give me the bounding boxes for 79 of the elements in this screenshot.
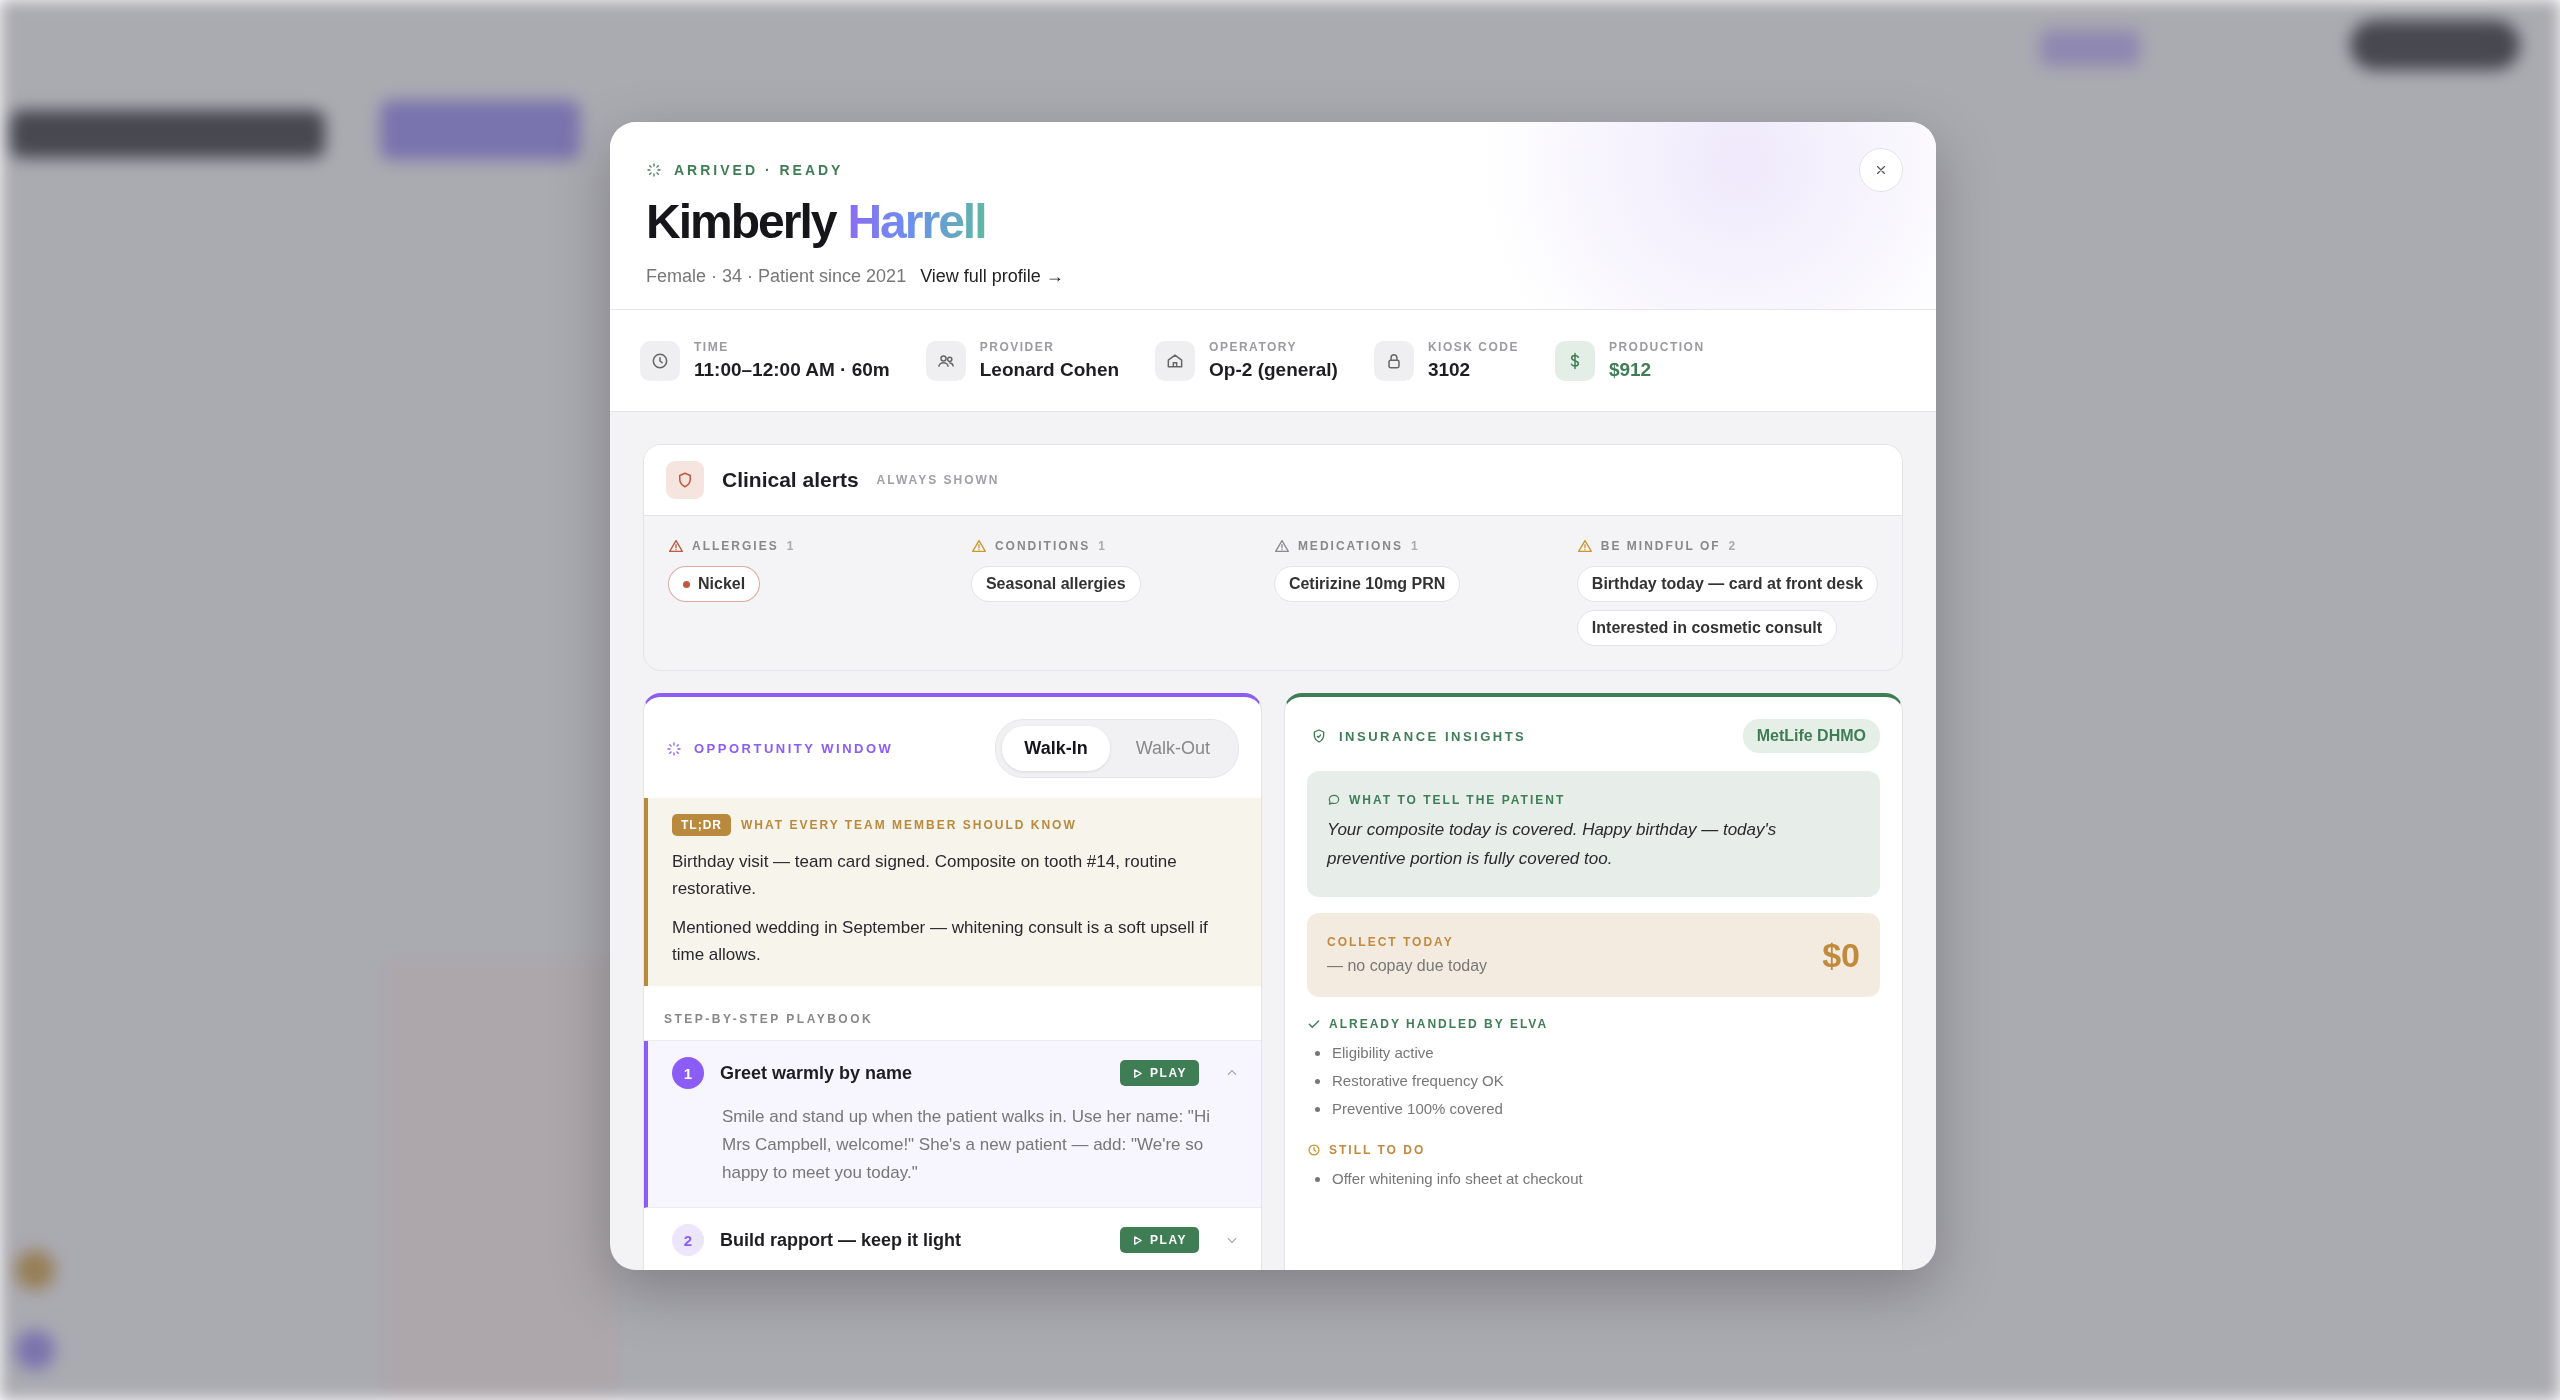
tell-heading: WHAT TO TELL THE PATIENT: [1349, 793, 1566, 807]
fact-label: OPERATORY: [1209, 340, 1299, 354]
shield-icon: [666, 461, 704, 499]
fact-value: 3102: [1427, 359, 1472, 381]
summary-heading: WHAT EVERY TEAM MEMBER SHOULD KNOW: [741, 818, 1077, 832]
collect-note: — no copay due today: [1327, 957, 1488, 975]
avatar: [15, 1250, 55, 1290]
fact-value: Op-2 (general): [1209, 359, 1338, 381]
lock-icon: [1373, 340, 1414, 381]
clock-icon: [1307, 1143, 1321, 1157]
section-title: INSURANCE INSIGHTS: [1339, 728, 1527, 744]
people-icon: [925, 340, 966, 381]
alert-chip: Birthday today — card at front desk: [1576, 566, 1878, 602]
alert-chip: Interested in cosmetic consult: [1576, 610, 1838, 646]
section-title: OPPORTUNITY WINDOW: [694, 741, 894, 756]
alert-category: CONDITIONS: [994, 539, 1091, 553]
status-label: ARRIVED · READY: [674, 162, 844, 178]
playbook-step[interactable]: 2 Build rapport — keep it light PLAY: [644, 1208, 1261, 1270]
alert-count: 2: [1728, 539, 1738, 553]
avatar: [15, 1330, 55, 1370]
bullet-icon: [1315, 1106, 1320, 1112]
list-item: Offer whitening info sheet at checkout: [1332, 1169, 1583, 1189]
bullet-icon: [1315, 1078, 1320, 1084]
bullet-icon: [1315, 1050, 1320, 1056]
list-item: Eligibility active: [1332, 1043, 1434, 1063]
profile-link[interactable]: View full profile →: [920, 266, 1064, 287]
alert-count: 1: [1411, 539, 1420, 553]
step-number: 2: [672, 1224, 704, 1256]
step-title: Greet warmly by name: [720, 1062, 914, 1084]
tab[interactable]: Walk-In: [1002, 726, 1110, 771]
step-description: Smile and stand up when the patient walks in. Use her name: "Hi Mrs Campbell, welcome!" She's a new patient — add: "We're so happy to meet you today.": [722, 1106, 1211, 1184]
summary-text: Birthday visit — team card signed. Composite on tooth #14, routine restorative.: [672, 851, 1178, 900]
alert-chip: Cetirizine 10mg PRN: [1273, 566, 1461, 602]
fact-value: Leonard Cohen: [979, 359, 1120, 381]
fact-label: TIME: [694, 340, 730, 354]
list-heading: ALREADY HANDLED BY ELVA: [1329, 1017, 1549, 1031]
patient-summary: Female · 34 · Patient since 2021: [646, 266, 907, 287]
sparkle-icon: [646, 162, 662, 178]
plan-badge: MetLife DHMO: [1742, 719, 1880, 753]
speech-bubble-icon: [1327, 793, 1341, 807]
tell-text: Your composite today is covered. Happy birthday — today's preventive portion is fully covered too.: [1327, 819, 1778, 870]
alert-count: 1: [1098, 539, 1107, 553]
play-icon: [1132, 1234, 1144, 1246]
bullet-icon: [1315, 1176, 1320, 1182]
fact-value: $912: [1608, 359, 1653, 381]
alert-chip: Nickel: [668, 566, 761, 602]
step-number: 1: [672, 1057, 704, 1089]
check-icon: [1307, 1017, 1321, 1031]
house-icon: [1155, 340, 1196, 381]
alerts-note: ALWAYS SHOWN: [876, 473, 1000, 487]
fact-label: PRODUCTION: [1608, 340, 1705, 354]
alert-chip: Seasonal allergies: [970, 566, 1141, 602]
list-heading: STILL TO DO: [1329, 1143, 1426, 1157]
alert-category: ALLERGIES: [692, 539, 779, 553]
play-button[interactable]: PLAY: [1120, 1227, 1199, 1253]
dollar-icon: [1554, 340, 1595, 381]
play-button[interactable]: PLAY: [1120, 1060, 1199, 1086]
alert-category: BE MINDFUL OF: [1600, 539, 1721, 553]
fact-label: PROVIDER: [979, 340, 1056, 354]
playbook-step[interactable]: 1 Greet warmly by name PLAY Smile and stand up when the patient walks in. Use her name: "Hi Mrs Campbell, welcome!" She's a new patient — add: "We're so happy to meet you today.": [644, 1041, 1261, 1208]
alert-category: MEDICATIONS: [1297, 539, 1403, 553]
list-item: Restorative frequency OK: [1332, 1071, 1504, 1091]
tldr-badge: TL;DR: [672, 814, 731, 836]
list-item: Preventive 100% covered: [1332, 1099, 1503, 1119]
patient-first-name: Kimberly: [646, 194, 836, 250]
close-button[interactable]: [1859, 148, 1903, 192]
alerts-title: Clinical alerts: [722, 468, 859, 492]
clock-icon: [640, 340, 680, 381]
summary-text: Mentioned wedding in September — whitening consult is a soft upsell if time allows.: [672, 917, 1209, 966]
play-icon: [1132, 1067, 1144, 1079]
sparkle-icon: [666, 740, 682, 757]
shield-check-icon: [1311, 728, 1327, 744]
close-icon: [1874, 163, 1888, 177]
collect-label: COLLECT TODAY: [1327, 935, 1455, 949]
alert-count: 1: [786, 539, 796, 553]
fact-label: KIOSK CODE: [1427, 340, 1519, 354]
fact-value: 11:00–12:00 AM · 60m: [694, 359, 890, 381]
step-title: Build rapport — keep it light: [720, 1229, 962, 1251]
collect-amount: $0: [1822, 935, 1860, 975]
